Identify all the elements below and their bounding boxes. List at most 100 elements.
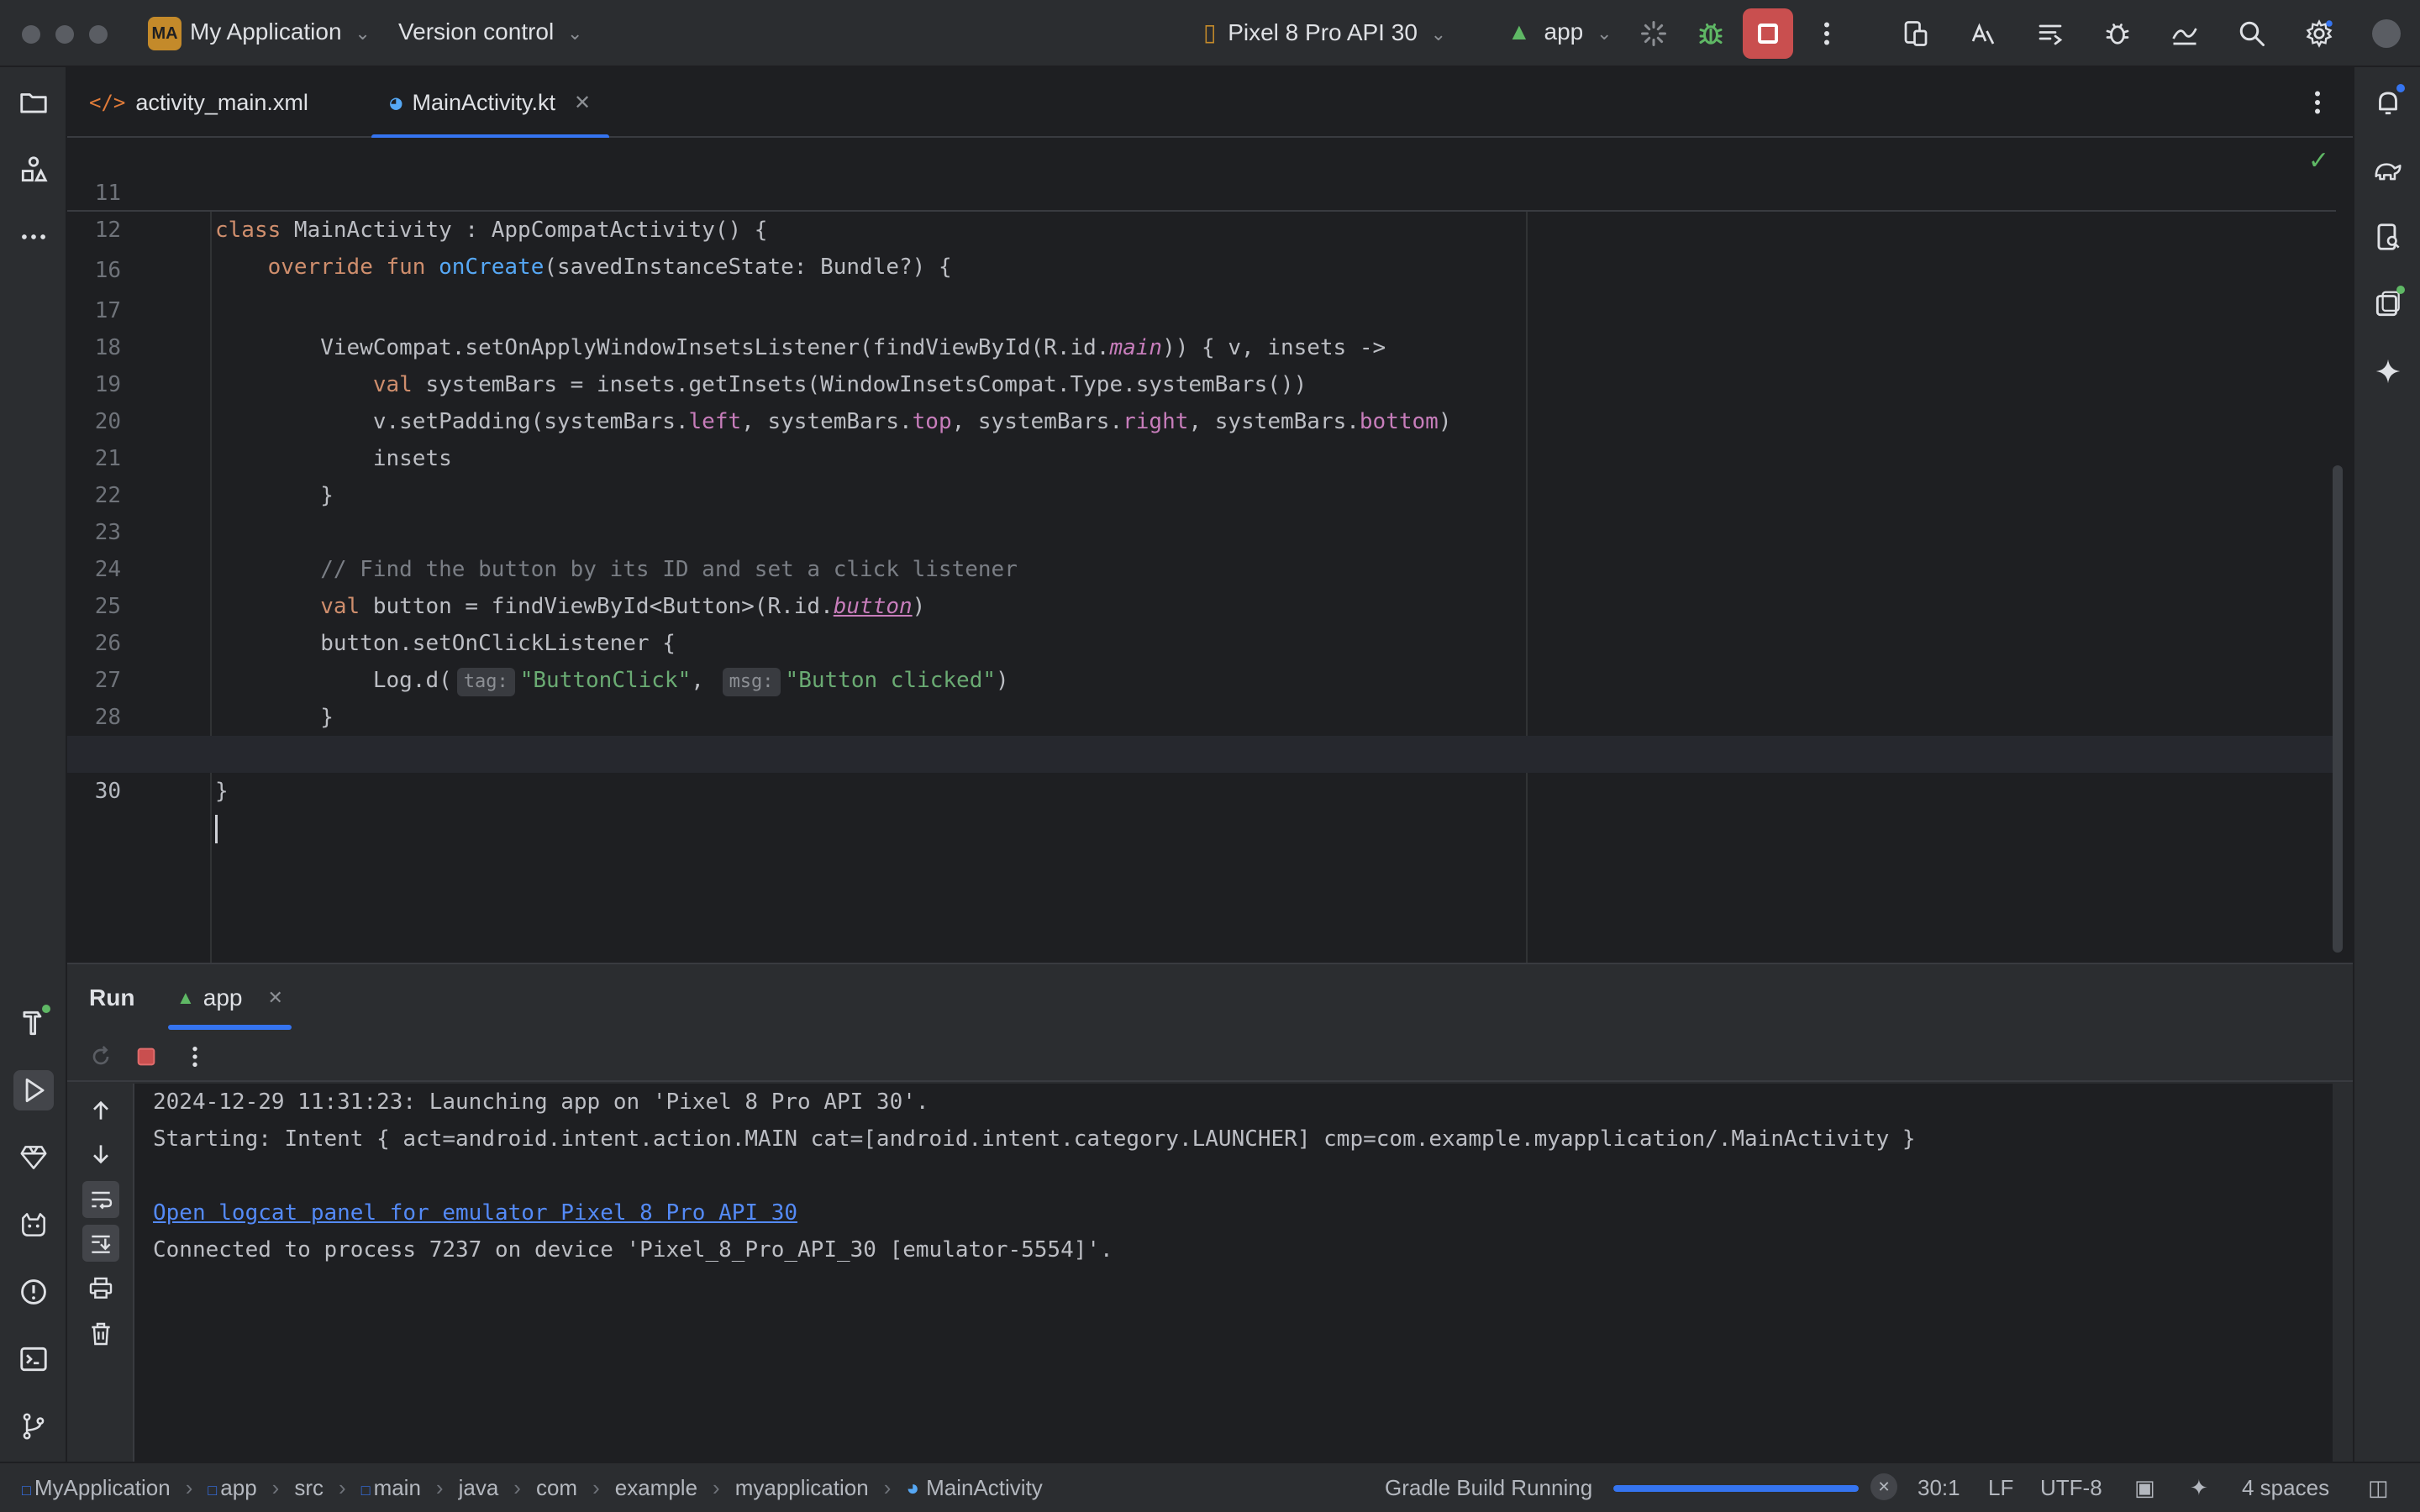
run-header: Run ▲ app ✕: [67, 964, 2353, 1032]
window-zoom-button[interactable]: [89, 25, 108, 44]
chevron-right-icon: ›: [185, 1475, 193, 1500]
vcs-selector[interactable]: Version control ⌄: [398, 18, 582, 45]
run-tab-label: app: [203, 984, 243, 1011]
window-minimize-button[interactable]: [55, 25, 74, 44]
chevron-right-icon: ›: [435, 1475, 444, 1500]
chevron-right-icon: ›: [513, 1475, 521, 1500]
arrow-down-icon[interactable]: [82, 1136, 119, 1173]
search-icon[interactable]: [2233, 15, 2270, 52]
console-output[interactable]: 2024-12-29 11:31:23: Launching app on 'P…: [134, 1084, 2333, 1463]
code-editor[interactable]: ✓ 11 class MainActivity : AppCompatActiv…: [67, 138, 2353, 963]
notifications-bell-icon[interactable]: [2368, 82, 2408, 123]
breadcrumb-item[interactable]: □ main: [361, 1475, 421, 1501]
device-explorer-icon[interactable]: [2368, 217, 2408, 257]
gemini-sparkle-icon[interactable]: [2368, 351, 2408, 391]
code-line: 19 v.setPadding(systemBars.left, systemB…: [67, 329, 2336, 434]
close-icon[interactable]: ✕: [574, 91, 591, 115]
file-encoding[interactable]: UTF-8: [2040, 1475, 2102, 1501]
ai-sparkle-icon[interactable]: ✦: [2190, 1475, 2208, 1501]
line-separator[interactable]: LF: [1988, 1475, 2013, 1501]
window-close-button[interactable]: [22, 25, 40, 44]
caret-position[interactable]: 30:1: [1918, 1475, 1960, 1501]
run-config-selector[interactable]: ▲ app ⌄: [1507, 18, 1612, 45]
project-selector[interactable]: My Application ⌄: [190, 18, 371, 45]
breadcrumb-item[interactable]: src: [294, 1475, 324, 1501]
device-manager-icon[interactable]: [1897, 15, 1934, 52]
breadcrumb-item[interactable]: □ MyApplication: [22, 1475, 171, 1501]
indent-setting[interactable]: 4 spaces: [2242, 1475, 2329, 1501]
breadcrumb-item[interactable]: com: [536, 1475, 577, 1501]
device-selector[interactable]: ▯ Pixel 8 Pro API 30 ⌄: [1203, 18, 1446, 46]
run-play-icon[interactable]: [13, 1070, 54, 1110]
translate-icon[interactable]: [1965, 15, 2002, 52]
breadcrumb-item[interactable]: □ app: [208, 1475, 256, 1501]
gradle-elephant-icon[interactable]: [2368, 150, 2408, 190]
running-devices-icon[interactable]: [2368, 284, 2408, 324]
chevron-right-icon: ›: [592, 1475, 600, 1500]
more-options-icon[interactable]: [176, 1038, 213, 1075]
breadcrumb-label: main: [373, 1475, 421, 1500]
console-line: 2024-12-29 11:31:23: Launching app on 'P…: [153, 1089, 929, 1115]
stop-button[interactable]: [1743, 8, 1793, 59]
breadcrumb-label: app: [220, 1475, 257, 1500]
print-icon[interactable]: [82, 1270, 119, 1307]
editor-scrollbar[interactable]: [2333, 465, 2343, 953]
module-icon: □: [208, 1482, 218, 1499]
android-icon: ▲: [176, 987, 195, 1008]
open-logcat-link[interactable]: Open logcat panel for emulator Pixel 8 P…: [153, 1194, 797, 1231]
breadcrumb-item[interactable]: ◕ MainActivity: [906, 1475, 1042, 1501]
code-text: override fun onCreate(savedInstanceState…: [267, 255, 952, 280]
text-caret: [215, 810, 218, 847]
sticky-lines[interactable]: 11 class MainActivity : AppCompatActivit…: [67, 138, 2336, 280]
status-bar: □ MyApplication › □ app › src › □ main › ja…: [0, 1462, 2420, 1512]
avatar[interactable]: [2368, 15, 2405, 52]
project-badge[interactable]: MA: [148, 17, 182, 50]
project-folder-icon[interactable]: [13, 82, 54, 123]
console-line: Connected to process 7237 on device 'Pix…: [153, 1237, 1113, 1263]
stop-icon[interactable]: [128, 1038, 165, 1075]
rerun-icon[interactable]: [82, 1038, 119, 1075]
module-icon: □: [22, 1482, 31, 1499]
breadcrumb: □ MyApplication › □ app › src › □ main › ja…: [22, 1475, 1043, 1501]
android-icon: ▲: [1507, 18, 1531, 45]
git-branch-icon[interactable]: [13, 1406, 54, 1446]
build-status-text[interactable]: Gradle Build Running: [1385, 1475, 1592, 1501]
apply-changes-icon[interactable]: [1635, 15, 1672, 52]
more-tools-icon[interactable]: [13, 217, 54, 257]
gem-icon[interactable]: [13, 1137, 54, 1178]
close-icon[interactable]: ✕: [268, 987, 283, 1009]
code-line: 27 }: [67, 625, 2336, 730]
code-line: 20 insets: [67, 366, 2336, 471]
profiler-icon[interactable]: [2166, 15, 2203, 52]
tab-actions-more-icon[interactable]: [2299, 84, 2336, 121]
cancel-build-close-icon[interactable]: ✕: [1870, 1473, 1897, 1500]
breadcrumb-item[interactable]: java: [459, 1475, 499, 1501]
run-tab-app[interactable]: ▲ app ✕: [168, 964, 292, 1032]
debug-icon[interactable]: [1692, 15, 1729, 52]
more-actions-icon[interactable]: [1808, 15, 1845, 52]
breadcrumb-item[interactable]: myapplication: [735, 1475, 869, 1501]
share-lock-icon[interactable]: ◫: [2368, 1475, 2389, 1501]
soft-wrap-icon[interactable]: [82, 1181, 119, 1218]
bug-report-icon[interactable]: [2099, 15, 2136, 52]
breadcrumb-item[interactable]: example: [615, 1475, 697, 1501]
tab-activity-main-xml[interactable]: </> activity_main.xml: [89, 67, 308, 138]
code-line: 18 val systemBars = insets.getInsets(Win…: [67, 292, 2336, 397]
problems-icon[interactable]: [13, 1272, 54, 1312]
tab-main-activity-kt[interactable]: ◕ MainActivity.kt ✕: [371, 67, 610, 139]
settings-gear-icon[interactable]: [2301, 15, 2338, 52]
read-only-toggle-icon[interactable]: ▣: [2134, 1475, 2155, 1501]
terminal-icon[interactable]: [13, 1339, 54, 1379]
resource-manager-icon[interactable]: [13, 150, 54, 190]
build-hammer-icon[interactable]: [13, 1003, 54, 1043]
editor-tab-bar: </> activity_main.xml ◕ MainActivity.kt …: [67, 67, 2353, 139]
trash-icon[interactable]: [82, 1315, 119, 1352]
scroll-to-end-icon[interactable]: [82, 1225, 119, 1262]
left-tool-strip: [0, 67, 67, 1462]
run-toolbar: [67, 1032, 2353, 1082]
code-line: 11 class MainActivity : AppCompatActivit…: [67, 138, 2336, 243]
arrow-up-icon[interactable]: [82, 1092, 119, 1129]
code-style-icon[interactable]: [2032, 15, 2069, 52]
inspection-ok-icon[interactable]: ✓: [2308, 146, 2329, 176]
logcat-icon[interactable]: [13, 1205, 54, 1245]
